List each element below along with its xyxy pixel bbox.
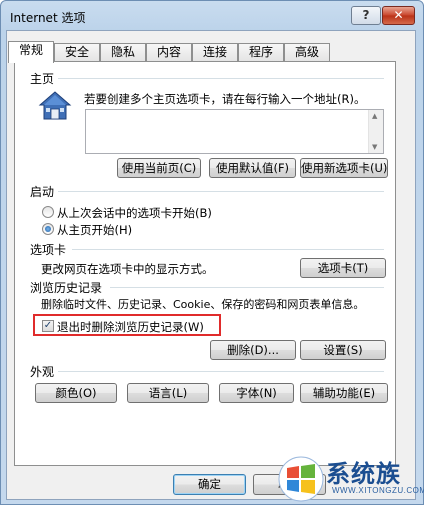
help-button[interactable]: ? <box>351 6 381 25</box>
close-button[interactable]: ✕ <box>382 6 415 25</box>
tab-general[interactable]: 常规 <box>8 41 54 63</box>
delete-on-exit-checkbox[interactable]: ✓ <box>42 320 54 332</box>
appearance-separator <box>58 371 384 372</box>
homepage-address-scrollbar[interactable]: ▲ ▼ <box>368 110 383 153</box>
homepage-separator <box>58 78 384 79</box>
startup-last-session-label[interactable]: 从上次会话中的选项卡开始(B) <box>57 205 212 221</box>
tab-content[interactable]: 内容 <box>146 43 192 62</box>
fonts-button[interactable]: 字体(N) <box>219 383 294 403</box>
homepage-address-input[interactable]: ▲ ▼ <box>85 109 384 154</box>
startup-homepage-label[interactable]: 从主页开始(H) <box>57 222 132 238</box>
title-bar[interactable]: Internet 选项 ? ✕ <box>0 0 422 30</box>
languages-button[interactable]: 语言(L) <box>127 383 209 403</box>
history-description: 删除临时文件、历史记录、Cookie、保存的密码和网页表单信息。 <box>41 298 365 311</box>
delete-on-exit-label[interactable]: 退出时删除浏览历史记录(W) <box>57 319 204 335</box>
startup-section-title: 启动 <box>30 185 55 199</box>
window-title: Internet 选项 <box>10 11 86 25</box>
scroll-up-icon[interactable]: ▲ <box>372 112 377 120</box>
history-section-title: 浏览历史记录 <box>30 281 103 295</box>
tab-security[interactable]: 安全 <box>54 43 100 62</box>
use-default-button[interactable]: 使用默认值(F) <box>209 158 296 178</box>
tabs-section-title: 选项卡 <box>30 243 67 257</box>
tab-connections[interactable]: 连接 <box>192 43 238 62</box>
startup-last-session-radio[interactable] <box>42 206 54 218</box>
homepage-house-icon <box>38 91 72 120</box>
appearance-section-title: 外观 <box>30 365 55 379</box>
startup-homepage-radio[interactable] <box>42 223 54 235</box>
accessibility-button[interactable]: 辅助功能(E) <box>300 383 388 403</box>
startup-separator <box>58 191 384 192</box>
tab-advanced[interactable]: 高级 <box>284 43 330 62</box>
colors-button[interactable]: 颜色(O) <box>35 383 117 403</box>
tab-programs[interactable]: 程序 <box>238 43 284 62</box>
history-separator <box>110 287 384 288</box>
use-new-tab-button[interactable]: 使用新选项卡(U) <box>300 158 388 178</box>
windows-logo-icon <box>278 456 324 502</box>
tab-privacy[interactable]: 隐私 <box>100 43 146 62</box>
watermark-url: WWW.XITONGZU.COM <box>332 486 424 495</box>
use-current-page-button[interactable]: 使用当前页(C) <box>117 158 201 178</box>
tabs-section-description: 更改网页在选项卡中的显示方式。 <box>41 262 214 276</box>
homepage-section-title: 主页 <box>30 72 55 86</box>
history-settings-button[interactable]: 设置(S) <box>300 340 386 360</box>
delete-history-button[interactable]: 删除(D)... <box>210 340 296 360</box>
watermark-brand: 系统族 <box>326 460 401 488</box>
ok-button[interactable]: 确定 <box>173 474 246 495</box>
homepage-description: 若要创建多个主页选项卡，请在每行输入一个地址(R)。 <box>84 92 366 106</box>
tabs-separator <box>72 249 384 250</box>
watermark-logo: 系统族 WWW.XITONGZU.COM <box>276 452 424 505</box>
tabs-settings-button[interactable]: 选项卡(T) <box>300 258 386 278</box>
scroll-down-icon[interactable]: ▼ <box>372 143 377 151</box>
